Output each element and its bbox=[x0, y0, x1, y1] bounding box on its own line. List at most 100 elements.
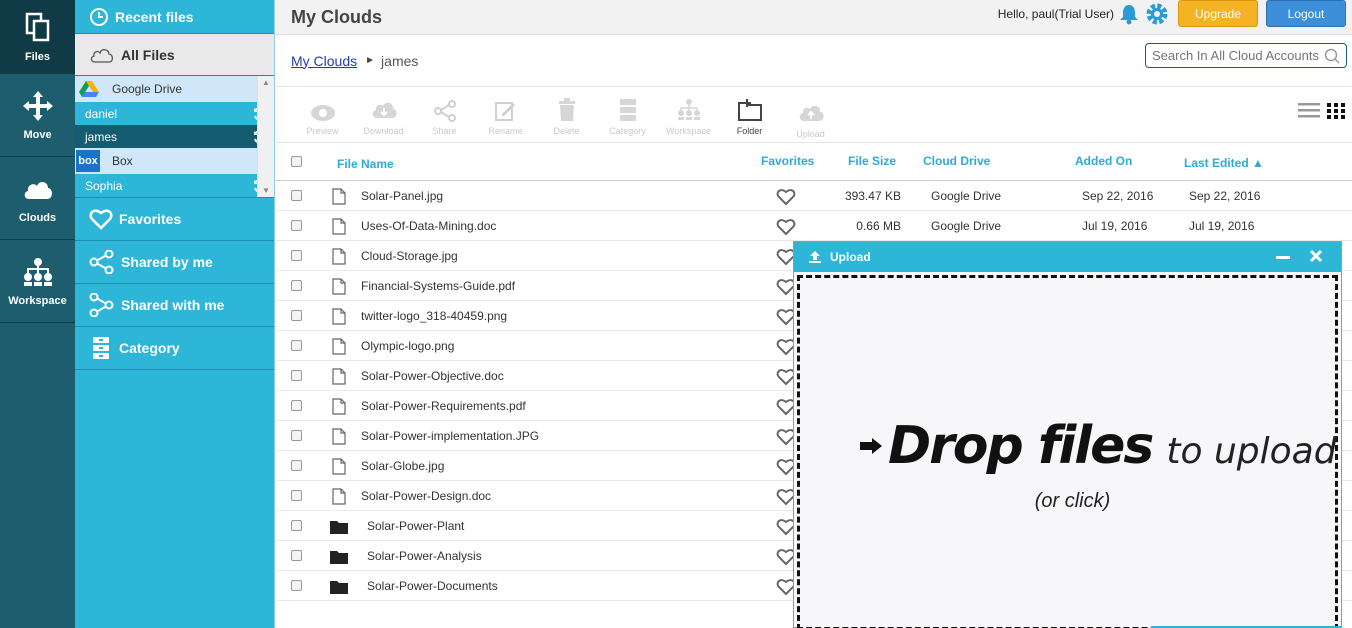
sidebar-item-shared-with-me[interactable]: Shared with me bbox=[75, 284, 274, 327]
file-name[interactable]: Olympic-logo.png bbox=[361, 339, 454, 353]
drop-message: Drop files to upload bbox=[860, 416, 1337, 476]
column-header-added[interactable]: Added On bbox=[1075, 154, 1132, 168]
workspace-button[interactable]: Workspace bbox=[658, 98, 719, 142]
select-all-checkbox[interactable] bbox=[291, 156, 302, 167]
file-name[interactable]: Solar-Panel.jpg bbox=[361, 189, 443, 203]
category-button[interactable]: Category bbox=[597, 98, 658, 142]
file-name[interactable]: Solar-Power-Objective.doc bbox=[361, 369, 504, 383]
tool-label: Category bbox=[609, 126, 646, 136]
category-icon bbox=[93, 337, 109, 359]
file-name[interactable]: Uses-Of-Data-Mining.doc bbox=[361, 219, 496, 233]
search-input[interactable] bbox=[1145, 43, 1347, 68]
upload-button[interactable]: Upload bbox=[780, 103, 841, 142]
row-checkbox[interactable] bbox=[291, 550, 302, 561]
minimize-icon[interactable] bbox=[1275, 249, 1291, 263]
row-checkbox[interactable] bbox=[291, 370, 302, 381]
column-header-favorites[interactable]: Favorites bbox=[761, 154, 814, 168]
file-name[interactable]: Solar-Power-Documents bbox=[367, 579, 498, 593]
row-checkbox[interactable] bbox=[291, 490, 302, 501]
delete-button[interactable]: Delete bbox=[536, 98, 597, 142]
column-header-name[interactable]: File Name bbox=[337, 157, 394, 171]
logout-button[interactable]: Logout bbox=[1266, 0, 1346, 27]
cloud-box[interactable]: box Box bbox=[75, 148, 274, 174]
account-james[interactable]: james bbox=[75, 125, 274, 148]
sidebar: Recent files All Files Google Drive dani… bbox=[75, 0, 275, 628]
share-button[interactable]: Share bbox=[414, 100, 475, 142]
rail-item-move[interactable]: Move bbox=[0, 74, 75, 157]
account-name: Sophia bbox=[85, 178, 123, 193]
new-folder-button[interactable]: Folder bbox=[719, 98, 780, 142]
row-checkbox[interactable] bbox=[291, 280, 302, 291]
breadcrumb-separator-icon: ► bbox=[365, 55, 376, 66]
scroll-down-icon[interactable]: ▼ bbox=[258, 184, 274, 197]
column-header-drive[interactable]: Cloud Drive bbox=[923, 154, 990, 168]
sidebar-item-recent-files[interactable]: Recent files bbox=[75, 0, 274, 34]
upgrade-button[interactable]: Upgrade bbox=[1178, 0, 1258, 27]
sidebar-item-label: All Files bbox=[121, 46, 175, 63]
folder-icon bbox=[330, 581, 348, 594]
account-sophia[interactable]: Sophia bbox=[75, 174, 274, 197]
cloud-outline-icon bbox=[90, 48, 114, 63]
file-icon bbox=[332, 458, 346, 475]
breadcrumb-current: james bbox=[381, 52, 419, 69]
row-checkbox[interactable] bbox=[291, 310, 302, 321]
row-checkbox[interactable] bbox=[291, 220, 302, 231]
row-checkbox[interactable] bbox=[291, 520, 302, 531]
heart-icon[interactable] bbox=[776, 218, 796, 236]
sidebar-item-all-files[interactable]: All Files bbox=[75, 34, 274, 76]
file-icon bbox=[332, 338, 346, 355]
column-header-edited[interactable]: Last Edited ▲ bbox=[1184, 156, 1264, 170]
file-icon bbox=[332, 248, 346, 265]
file-name[interactable]: Solar-Power-implementation.JPG bbox=[361, 429, 539, 443]
file-name[interactable]: twitter-logo_318-40459.png bbox=[361, 309, 507, 323]
row-checkbox[interactable] bbox=[291, 250, 302, 261]
row-checkbox[interactable] bbox=[291, 190, 302, 201]
upload-modal-title: Upload bbox=[830, 250, 871, 264]
drop-thin-text: to upload bbox=[1166, 431, 1337, 472]
row-checkbox[interactable] bbox=[291, 580, 302, 591]
file-name[interactable]: Solar-Power-Requirements.pdf bbox=[361, 399, 526, 413]
sidebar-item-shared-by-me[interactable]: Shared by me bbox=[75, 241, 274, 284]
added-on: Sep 22, 2016 bbox=[1082, 188, 1154, 203]
drop-zone[interactable]: Drop files to upload (or click) bbox=[797, 275, 1338, 628]
cloud-google-drive[interactable]: Google Drive bbox=[75, 76, 274, 102]
sidebar-item-favorites[interactable]: Favorites bbox=[75, 198, 274, 241]
table-row[interactable]: Solar-Panel.jpg 393.47 KB Google Drive Sep … bbox=[276, 181, 1352, 211]
column-header-size[interactable]: File Size bbox=[848, 154, 896, 168]
added-on: Jul 19, 2016 bbox=[1082, 218, 1148, 233]
breadcrumb-root-link[interactable]: My Clouds bbox=[291, 53, 357, 69]
close-icon[interactable] bbox=[1309, 249, 1323, 263]
cloud-icon bbox=[24, 182, 52, 199]
search-icon[interactable] bbox=[1324, 48, 1340, 64]
heart-icon[interactable] bbox=[776, 188, 796, 206]
rail-item-clouds[interactable]: Clouds bbox=[0, 157, 75, 240]
file-name[interactable]: Solar-Power-Plant bbox=[367, 519, 464, 533]
gear-icon[interactable] bbox=[1144, 1, 1170, 27]
grid-view-icon[interactable] bbox=[1326, 101, 1346, 121]
rename-button[interactable]: Rename bbox=[475, 100, 536, 142]
row-checkbox[interactable] bbox=[291, 460, 302, 471]
sidebar-scrollbar[interactable]: ▲ ▼ bbox=[257, 76, 274, 197]
rail-item-workspace[interactable]: Workspace bbox=[0, 240, 75, 323]
row-checkbox[interactable] bbox=[291, 430, 302, 441]
sidebar-item-category[interactable]: Category bbox=[75, 327, 274, 370]
file-name[interactable]: Cloud-Storage.jpg bbox=[361, 249, 458, 263]
file-toolbar: Preview Download Share Rename Delete Cat… bbox=[276, 87, 1352, 143]
row-checkbox[interactable] bbox=[291, 340, 302, 351]
row-checkbox[interactable] bbox=[291, 400, 302, 411]
tool-label: Workspace bbox=[666, 126, 711, 136]
file-name[interactable]: Solar-Power-Analysis bbox=[367, 549, 482, 563]
download-button[interactable]: Download bbox=[353, 100, 414, 142]
account-daniel[interactable]: daniel bbox=[75, 102, 274, 125]
preview-button[interactable]: Preview bbox=[292, 104, 353, 142]
file-name[interactable]: Solar-Globe.jpg bbox=[361, 459, 444, 473]
file-name[interactable]: Solar-Power-Design.doc bbox=[361, 489, 491, 503]
bell-icon[interactable] bbox=[1118, 3, 1140, 25]
scroll-up-icon[interactable]: ▲ bbox=[258, 76, 274, 90]
file-icon bbox=[332, 188, 346, 205]
list-view-icon[interactable] bbox=[1298, 101, 1320, 119]
table-row[interactable]: Uses-Of-Data-Mining.doc 0.66 MB Google Dri… bbox=[276, 211, 1352, 241]
rail-item-files[interactable]: Files bbox=[0, 0, 75, 74]
file-name[interactable]: Financial-Systems-Guide.pdf bbox=[361, 279, 515, 293]
box-logo-icon: box bbox=[76, 150, 100, 172]
